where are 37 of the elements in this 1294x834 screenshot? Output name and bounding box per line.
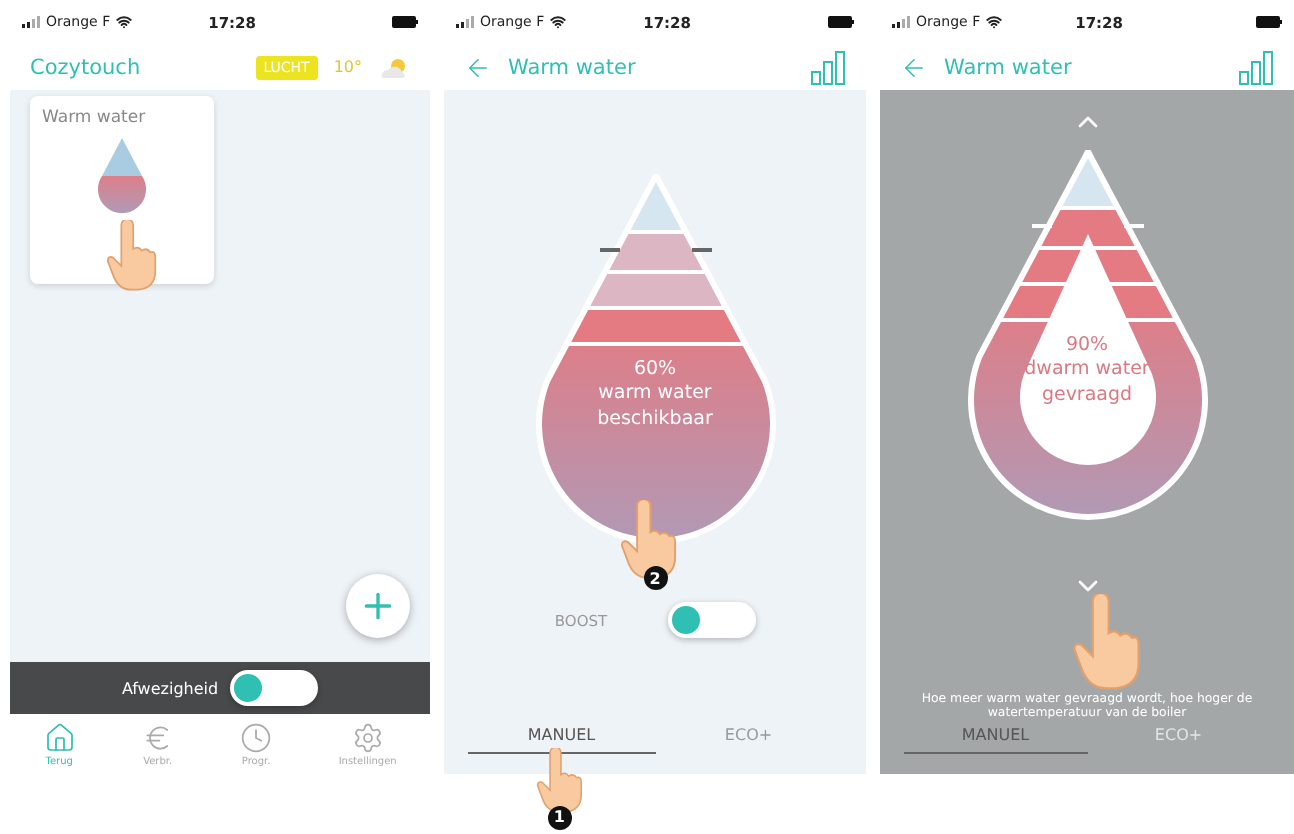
battery-icon <box>1256 16 1282 28</box>
screen-title: Warm water <box>944 55 1074 79</box>
battery-icon <box>828 16 854 28</box>
euro-icon <box>141 721 174 753</box>
outdoor-temperature: 10° <box>333 58 362 76</box>
mode-tab[interactable]: ECO+ <box>1087 722 1270 754</box>
signal-bars-icon[interactable] <box>810 49 846 85</box>
screen-title: Warm water <box>508 55 638 79</box>
water-drop-drawing[interactable] <box>963 150 1211 522</box>
app-title: Cozytouch <box>30 55 143 79</box>
back-arrow-icon[interactable] <box>464 53 492 81</box>
mode-tab[interactable]: MANUEL <box>904 722 1087 754</box>
water-drop-drawing[interactable] <box>531 174 779 546</box>
wifi-icon <box>550 14 567 30</box>
absence-label: Afwezigheid <box>121 679 219 697</box>
absence-toggle[interactable] <box>230 670 319 706</box>
home-icon <box>43 721 76 753</box>
wifi-icon <box>116 14 133 30</box>
pointing-hand-icon <box>1072 594 1141 691</box>
mode-tab[interactable]: ECO+ <box>655 722 842 754</box>
sun-cloud-icon <box>378 55 410 79</box>
clock-icon <box>240 721 273 753</box>
pointing-hand-icon <box>620 500 677 580</box>
signal-icon <box>456 16 474 28</box>
wifi-icon <box>986 14 1003 30</box>
boost-toggle[interactable] <box>667 602 756 638</box>
battery-icon <box>392 16 418 28</box>
pointing-hand-icon <box>106 220 157 292</box>
card-title: Warm water <box>42 108 146 128</box>
drop-caption: 60% warm water beschikbaar <box>595 358 715 433</box>
signal-icon <box>892 16 910 28</box>
pointing-hand-icon <box>536 748 583 814</box>
signal-icon <box>22 16 40 28</box>
signal-bars-icon[interactable] <box>1238 49 1274 85</box>
add-button[interactable] <box>346 574 410 638</box>
drop-caption: 90% dwarm water gevraagd <box>1022 334 1152 409</box>
gear-icon <box>351 721 384 753</box>
